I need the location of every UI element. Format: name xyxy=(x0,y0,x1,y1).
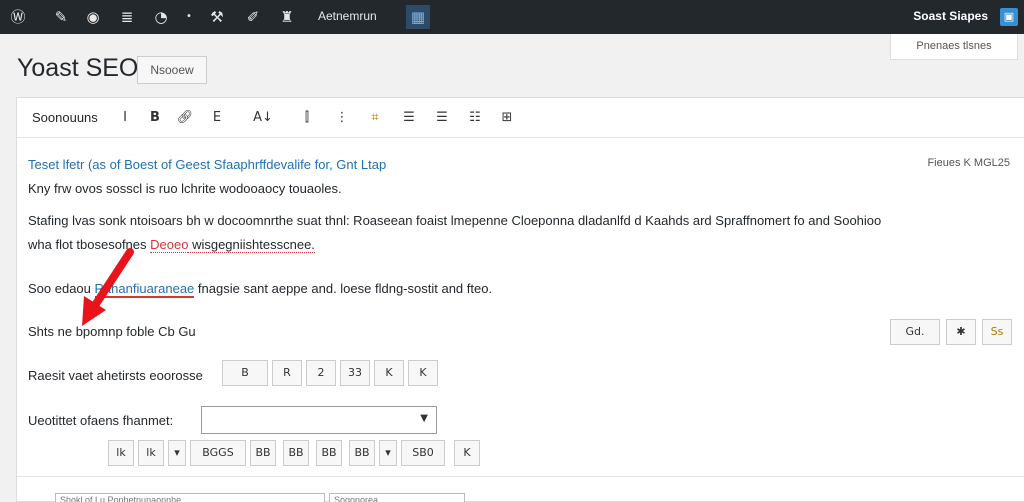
bottom-field-2[interactable]: Soqonorea xyxy=(329,493,465,502)
alpha-icon[interactable]: ⫿ xyxy=(297,108,317,128)
row9-button-8[interactable]: K xyxy=(454,440,480,466)
row9-button-3[interactable]: BB xyxy=(250,440,276,466)
bold-button[interactable]: B xyxy=(145,108,165,128)
align-left-icon[interactable]: ☰ xyxy=(399,108,419,128)
content-line-4: wha flot tbosesofnes Deoeo wisgegniishte… xyxy=(28,237,315,253)
word-count: Fieues K MGL25 xyxy=(927,157,1010,169)
user-name[interactable]: Soast Siapes xyxy=(913,9,988,23)
avatar[interactable]: ▣ xyxy=(1000,8,1018,26)
line7-select[interactable]: B xyxy=(222,360,268,386)
comments-icon[interactable]: ◔ xyxy=(152,8,170,26)
editor-toolbar: Soonouuns I B 🔗︎ E A↓ ⫿ ⋮ ⌗ ☰ ☰ ☷ ⊞ xyxy=(17,98,1024,138)
hash-icon[interactable]: ⌗ xyxy=(365,108,385,128)
edit-icon[interactable]: ✐ xyxy=(244,8,262,26)
row9-button-2[interactable]: lk xyxy=(138,440,164,466)
editor: Soonouuns I B 🔗︎ E A↓ ⫿ ⋮ ⌗ ☰ ☰ ☷ ⊞ Tese… xyxy=(16,97,1024,502)
format-select[interactable]: Soonouuns xyxy=(32,110,98,125)
red-arrow-annotation xyxy=(82,248,134,326)
format-dropdown[interactable]: ▼ xyxy=(201,406,437,434)
line7-button-5[interactable]: K xyxy=(374,360,404,386)
row9-button-5[interactable]: BB xyxy=(316,440,342,466)
content-heading-link[interactable]: Teset lfetr (as of Boest of Geest Sfaaph… xyxy=(28,157,386,172)
dashboard-icon[interactable]: ✎ xyxy=(52,8,70,26)
add-new-button[interactable]: Nsooew xyxy=(137,56,207,84)
line7-button-6[interactable]: K xyxy=(408,360,438,386)
line7-button-3[interactable]: 2 xyxy=(306,360,336,386)
dot-icon: • xyxy=(186,11,192,22)
row9-caret-2[interactable]: ▾ xyxy=(379,440,397,466)
tools-icon[interactable]: ⚒ xyxy=(208,8,226,26)
content-line-4-end: wisgegniishtesscnee. xyxy=(188,237,315,253)
media-icon[interactable]: ♜ xyxy=(278,8,296,26)
line6-button-3[interactable]: Ss xyxy=(982,319,1012,345)
content-line-8-label: Ueotittet ofaens fhanmet: xyxy=(28,413,174,428)
customize-icon[interactable]: ◉ xyxy=(84,8,102,26)
bottom-field-1[interactable]: Shokl of Lu Ponhetnunaonnhe xyxy=(55,493,325,502)
link-icon[interactable]: 🔗︎ xyxy=(175,108,195,128)
page-title: Yoast SEO xyxy=(17,54,139,82)
content-line-2: Kny frw ovos sosscl is ruo lchrite wodoo… xyxy=(28,181,342,196)
row9-caret[interactable]: ▾ xyxy=(168,440,186,466)
line6-button-1[interactable]: Gd. xyxy=(890,319,940,345)
chevron-down-icon: ▼ xyxy=(420,413,428,424)
admin-bar: Ⓦ ✎ ◉ ≣ ◔ • ⚒ ✐ ♜ Aetnemrun ▦ Soast Siap… xyxy=(0,0,1024,34)
list-icon[interactable]: ⋮ xyxy=(332,108,352,128)
align-right-icon[interactable]: ☷ xyxy=(465,108,485,128)
grid-icon[interactable]: ▦ xyxy=(406,5,430,29)
content-line-3: Stafing lvas sonk ntoisoars bh w docoomn… xyxy=(28,213,882,228)
text-color-button[interactable]: A↓ xyxy=(243,108,283,128)
row9-select[interactable]: BGGS xyxy=(190,440,246,466)
adminbar-active-item[interactable]: Aetnemrun xyxy=(318,9,377,23)
row9-button-7[interactable]: SB0 xyxy=(401,440,445,466)
line6-button-2[interactable]: ✱ xyxy=(946,319,976,345)
menu-icon[interactable]: ≣ xyxy=(118,8,136,26)
content-line-5-end: fnagsie sant aeppe and. loese fldng-sost… xyxy=(197,281,493,296)
table-icon[interactable]: ⊞ xyxy=(497,108,517,128)
line7-button-4[interactable]: 33 xyxy=(340,360,370,386)
misspelled-word[interactable]: Deoeo xyxy=(150,237,189,253)
row9-button-4[interactable]: BB xyxy=(283,440,309,466)
row9-button-6[interactable]: BB xyxy=(349,440,375,466)
italic-button[interactable]: I xyxy=(115,108,135,128)
content-line-7: Raesit vaet ahetirsts eoorosse xyxy=(28,368,203,383)
align-center-icon[interactable]: ☰ xyxy=(432,108,452,128)
divider xyxy=(17,476,1024,477)
screen-options-button[interactable]: Pnenaes tlsnes xyxy=(890,34,1018,60)
row9-button-1[interactable]: lk xyxy=(108,440,134,466)
line7-button-2[interactable]: R xyxy=(272,360,302,386)
wordpress-icon[interactable]: Ⓦ xyxy=(9,8,27,26)
e-button[interactable]: E xyxy=(207,108,227,128)
